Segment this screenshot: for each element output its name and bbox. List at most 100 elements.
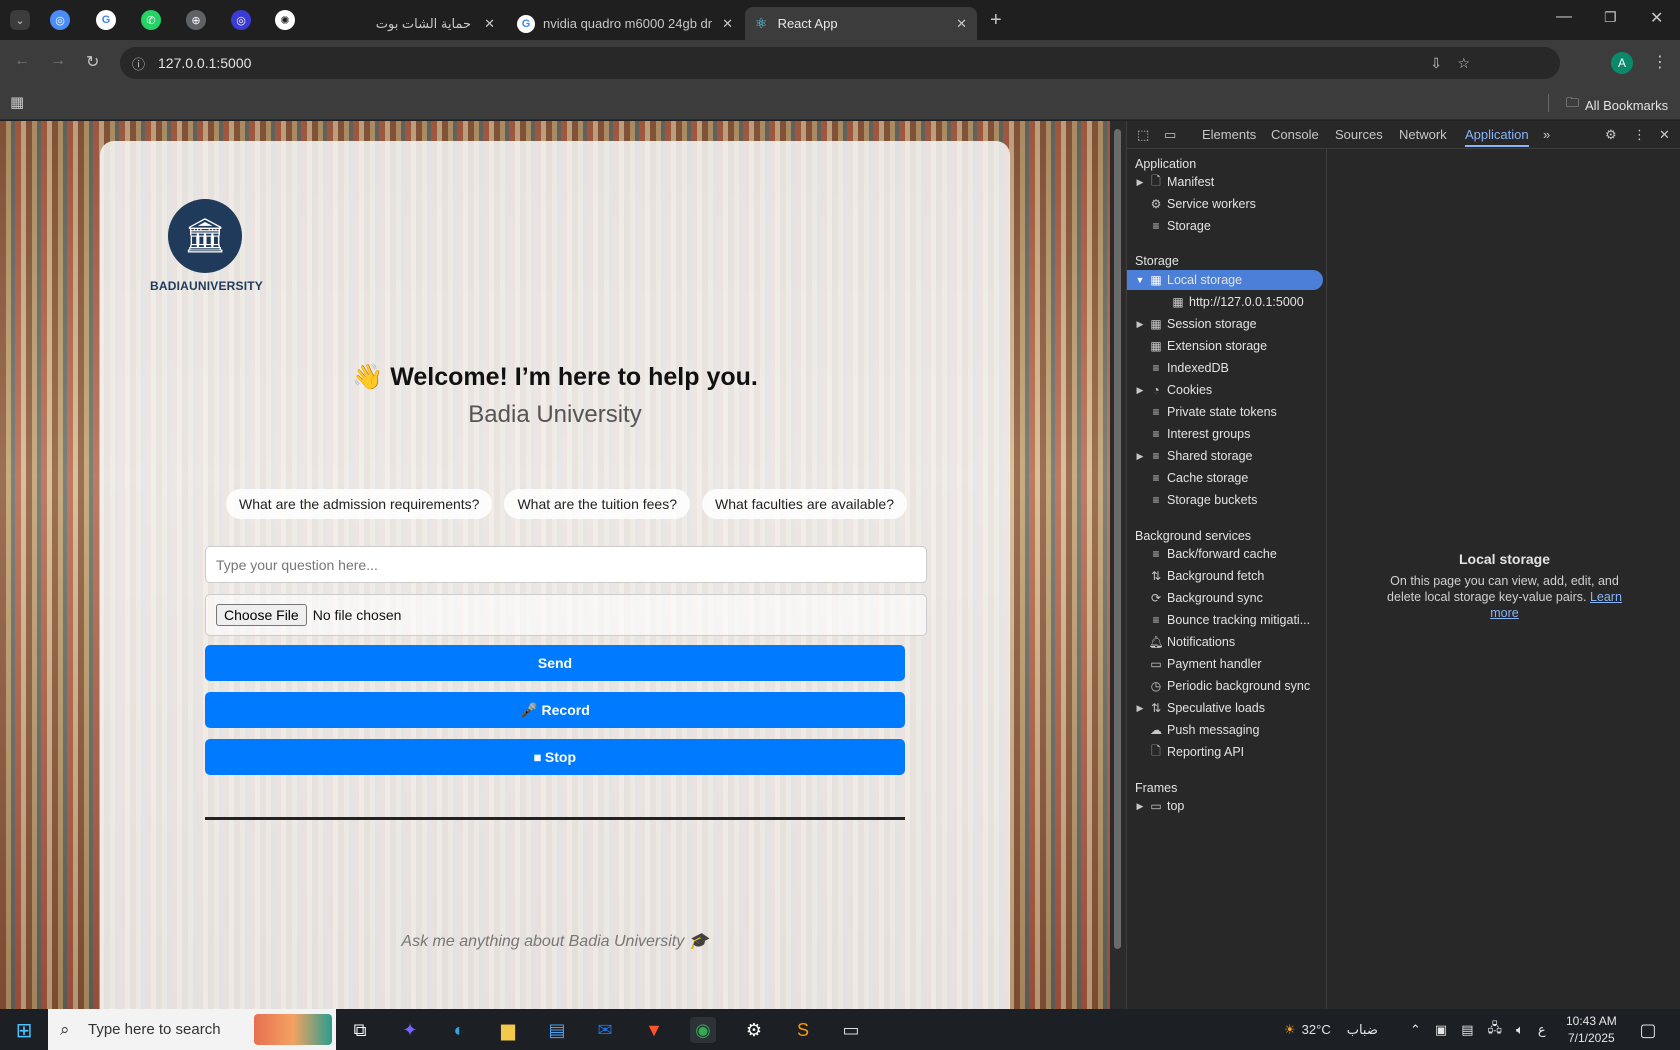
settings-gear-icon[interactable]: ⚙ (1605, 127, 1617, 143)
tray-app-icon[interactable]: ▤ (1461, 1022, 1473, 1038)
tab-network[interactable]: Network (1399, 127, 1447, 142)
terminal-icon[interactable]: ▭ (838, 1017, 864, 1043)
clock[interactable]: 10:43 AM 7/1/2025 (1566, 1009, 1617, 1050)
send-button[interactable]: Send (205, 645, 905, 681)
item-local-storage-origin[interactable]: ▦ http://127.0.0.1:5000 (1127, 292, 1323, 312)
item-local-storage[interactable]: ▼ ▦ Local storage (1127, 270, 1323, 290)
record-button[interactable]: 🎤 Record (205, 692, 905, 728)
item-frame-top[interactable]: ▶ ▭ top (1127, 796, 1323, 816)
tab-nvidia[interactable]: G nvidia quadro m6000 24gb driv ✕ (507, 7, 743, 40)
microsoft-store-icon[interactable]: ▤ (544, 1017, 570, 1043)
item-cache-storage[interactable]: ≡ Cache storage (1127, 468, 1323, 488)
network-icon[interactable]: 🖧 (1488, 1019, 1503, 1041)
item-service-workers[interactable]: ⚙ Service workers (1127, 194, 1323, 214)
item-private-state-tokens[interactable]: ≡ Private state tokens (1127, 402, 1323, 422)
choose-file-button[interactable]: Choose File (216, 604, 307, 626)
google-tab-icon[interactable]: G (96, 10, 116, 30)
copilot-icon[interactable]: ✦ (397, 1017, 423, 1043)
device-toolbar-icon[interactable]: ▭ (1164, 127, 1176, 143)
tab-console[interactable]: Console (1271, 127, 1319, 142)
meet-icon[interactable]: ▣ (1435, 1022, 1447, 1038)
close-window-icon[interactable]: ✕ (1650, 8, 1663, 28)
menu-kebab-icon[interactable]: ⋮ (1652, 52, 1668, 72)
page-viewport: 🏛 BADIAUNIVERSITY 👋 Welcome! I’m here to… (0, 121, 1110, 1009)
page-scrollbar[interactable] (1110, 121, 1126, 1009)
weather-widget[interactable]: ☀ 32°C ضباب (1284, 1009, 1378, 1050)
suggestion-admission[interactable]: What are the admission requirements? (226, 489, 493, 519)
close-icon[interactable]: ✕ (722, 16, 733, 32)
file-explorer-icon[interactable]: ▆ (495, 1017, 521, 1043)
forward-icon[interactable]: → (50, 52, 66, 70)
profile-avatar[interactable]: A (1611, 52, 1633, 74)
item-periodic-sync[interactable]: ◷ Periodic background sync (1127, 676, 1323, 696)
reload-icon[interactable]: ↻ (86, 52, 99, 72)
whatsapp-tab-icon[interactable]: ✆ (141, 10, 161, 30)
bookmark-star-icon[interactable]: ☆ (1457, 55, 1470, 72)
item-speculative-loads[interactable]: ▶ ⇅ Speculative loads (1127, 698, 1323, 718)
item-cookies[interactable]: ▶ ◔ Cookies (1127, 380, 1323, 400)
item-background-fetch[interactable]: ⇅ Background fetch (1127, 566, 1323, 586)
item-extension-storage[interactable]: ▦ Extension storage (1127, 336, 1323, 356)
item-background-sync[interactable]: ⟳ Background sync (1127, 588, 1323, 608)
minimize-icon[interactable]: — (1556, 8, 1572, 26)
item-bfcache[interactable]: ≡ Back/forward cache (1127, 544, 1323, 564)
task-view-icon[interactable]: ⧉ (347, 1017, 373, 1043)
install-app-icon[interactable]: ⇩ (1430, 55, 1442, 72)
suggestion-faculties[interactable]: What faculties are available? (702, 489, 907, 519)
site-info-icon[interactable]: ⓘ (132, 54, 145, 73)
tab-sources[interactable]: Sources (1335, 127, 1383, 142)
table-icon: ▦ (1150, 317, 1162, 331)
tab-chatbot-protection[interactable]: حماية الشات بوت ✕ (300, 7, 505, 40)
item-storage-buckets[interactable]: ≡ Storage buckets (1127, 490, 1323, 510)
all-bookmarks-button[interactable]: 🗀 All Bookmarks (1566, 94, 1668, 116)
item-interest-groups[interactable]: ≡ Interest groups (1127, 424, 1323, 444)
close-icon[interactable]: ✕ (484, 16, 495, 32)
item-shared-storage[interactable]: ▶ ≡ Shared storage (1127, 446, 1323, 466)
suggestion-tuition[interactable]: What are the tuition fees? (504, 489, 690, 519)
chrome-icon[interactable]: ◉ (690, 1017, 716, 1043)
language-indicator[interactable]: ع (1538, 1022, 1546, 1038)
weather-icon: ☀ (1284, 1021, 1296, 1037)
item-manifest[interactable]: ▶ 🗋 Manifest (1127, 172, 1323, 192)
notifications-icon[interactable]: ▢ (1635, 1017, 1661, 1043)
address-bar[interactable]: ⓘ 127.0.0.1:5000 ⇩ ☆ (120, 47, 1560, 79)
inspect-element-icon[interactable]: ⬚ (1137, 127, 1149, 143)
edge-icon[interactable]: ◐ (446, 1017, 472, 1043)
settings-icon[interactable]: ⚙ (741, 1017, 767, 1043)
outlook-icon[interactable]: ✉ (592, 1017, 618, 1043)
more-tabs-icon[interactable]: » (1543, 127, 1550, 142)
item-reporting-api[interactable]: 🗋 Reporting API (1127, 742, 1323, 762)
close-devtools-icon[interactable]: ✕ (1659, 127, 1670, 143)
close-icon[interactable]: ✕ (956, 16, 967, 32)
item-notifications[interactable]: 🔔︎ Notifications (1127, 632, 1323, 652)
stop-button[interactable]: ⏹ Stop (205, 739, 905, 775)
windows-start-icon[interactable]: ⊞ (11, 1017, 37, 1043)
chatgpt-tab-icon[interactable]: ✺ (275, 10, 295, 30)
scrollbar-thumb[interactable] (1114, 129, 1121, 949)
item-payment-handler[interactable]: ▭ Payment handler (1127, 654, 1323, 674)
item-session-storage[interactable]: ▶ ▦ Session storage (1127, 314, 1323, 334)
taskbar-search[interactable]: ⌕ Type here to search (48, 1009, 336, 1050)
tab-react-app[interactable]: ⚛ React App ✕ (745, 7, 977, 40)
pinned-tab-icon[interactable]: ◎ (50, 10, 70, 30)
logo-text: BADIAUNIVERSITY (150, 279, 264, 293)
back-icon[interactable]: ← (14, 52, 30, 70)
item-indexeddb[interactable]: ≡ IndexedDB (1127, 358, 1323, 378)
item-push-messaging[interactable]: ☁ Push messaging (1127, 720, 1323, 740)
question-input[interactable]: Type your question here... (205, 546, 927, 583)
brave-icon[interactable]: ▼ (641, 1017, 667, 1043)
apps-grid-icon[interactable]: ▦ (10, 93, 24, 111)
tab-elements[interactable]: Elements (1202, 127, 1256, 142)
chevron-up-icon[interactable]: ⌃ (1410, 1022, 1421, 1038)
item-storage[interactable]: ≡ Storage (1127, 216, 1323, 236)
devtools-menu-icon[interactable]: ⋮ (1633, 127, 1646, 143)
volume-icon[interactable]: 🔈︎ (1516, 1022, 1524, 1038)
globe-tab-icon[interactable]: ⊕ (186, 10, 206, 30)
tab-search-chevron-icon[interactable]: ⌄ (10, 10, 30, 30)
tab-application[interactable]: Application (1465, 127, 1529, 147)
item-bounce-tracking[interactable]: ≡ Bounce tracking mitigati... (1127, 610, 1323, 630)
sublime-text-icon[interactable]: S (790, 1017, 816, 1043)
restore-icon[interactable]: ❐ (1604, 9, 1617, 26)
new-tab-button[interactable]: + (990, 9, 1002, 32)
pinned-tab-icon-2[interactable]: ◎ (231, 10, 251, 30)
